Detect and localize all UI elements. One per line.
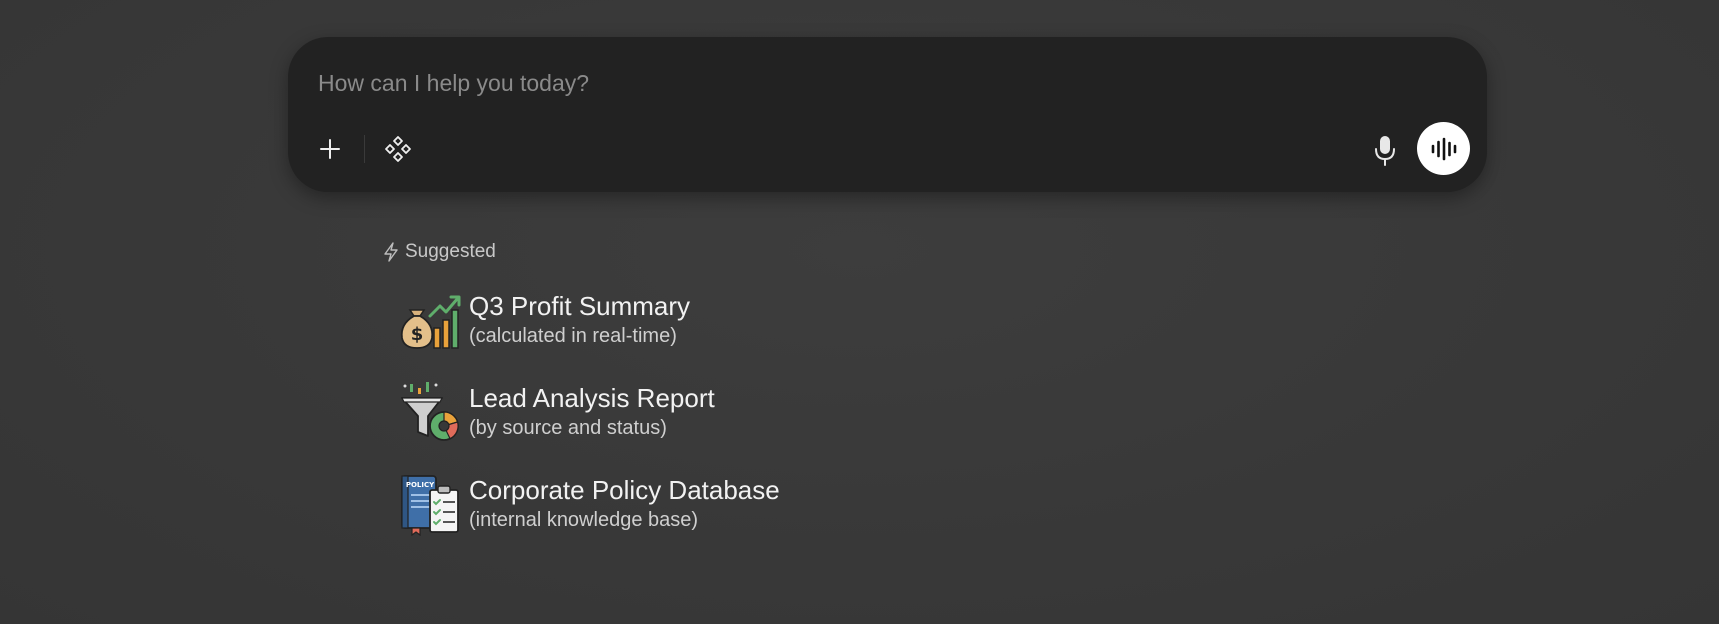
policy-badge-text: POLICY — [406, 481, 435, 489]
svg-text:$: $ — [411, 324, 424, 345]
funnel-chart-icon — [401, 382, 459, 441]
suggestion-title: Corporate Policy Database — [469, 475, 780, 505]
suggestion-lead-analysis-report[interactable]: Lead Analysis Report (by source and stat… — [398, 380, 715, 444]
microphone-icon — [1375, 136, 1395, 166]
toolbar-divider — [364, 135, 365, 163]
suggested-label: Suggested — [405, 241, 496, 262]
add-attachment-button[interactable] — [312, 131, 348, 167]
chat-composer — [288, 37, 1487, 192]
suggestion-corporate-policy-database[interactable]: POLICY Corporate Policy Database (intern… — [398, 472, 780, 536]
money-bag-chart-icon: $ — [400, 295, 461, 349]
microphone-button[interactable] — [1365, 131, 1405, 171]
prompt-input[interactable] — [318, 63, 1218, 103]
suggestion-title: Lead Analysis Report — [469, 383, 715, 413]
sound-wave-icon — [1431, 137, 1456, 160]
suggestion-subtitle: (internal knowledge base) — [469, 509, 699, 531]
suggestion-q3-profit-summary[interactable]: $ Q3 Profit Summary (calculated in real-… — [398, 288, 690, 352]
voice-mode-button[interactable] — [1417, 122, 1470, 175]
lightning-bolt-icon — [384, 242, 398, 262]
tools-button[interactable] — [380, 131, 416, 167]
policy-book-checklist-icon: POLICY — [401, 475, 459, 536]
tools-diamond-icon — [385, 136, 411, 162]
plus-icon — [320, 139, 340, 159]
suggestion-title: Q3 Profit Summary — [469, 291, 691, 321]
suggested-header: Suggested — [383, 241, 496, 263]
suggestion-subtitle: (calculated in real-time) — [469, 325, 677, 347]
suggestion-subtitle: (by source and status) — [469, 417, 667, 439]
